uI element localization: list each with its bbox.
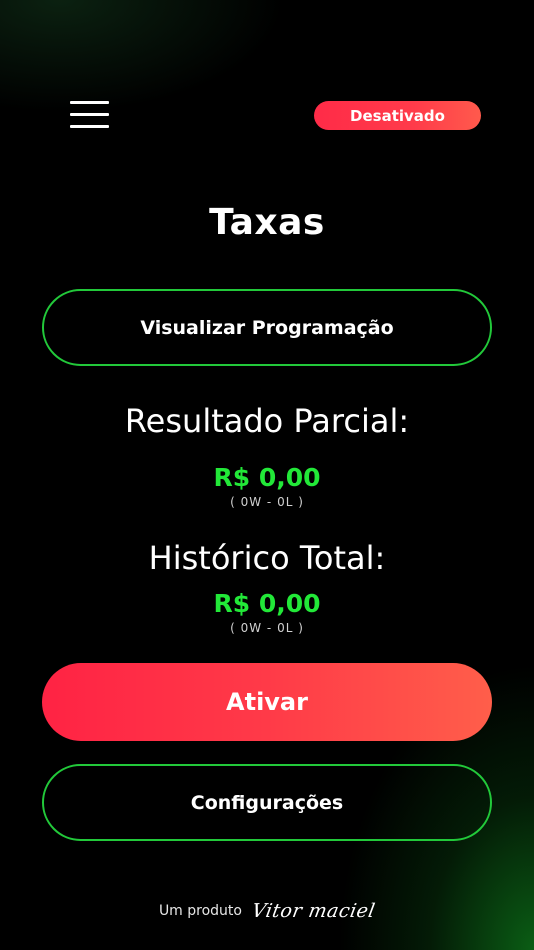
menu-line-middle bbox=[70, 113, 109, 116]
view-schedule-button[interactable]: Visualizar Programação bbox=[42, 289, 492, 366]
partial-result-label: Resultado Parcial: bbox=[124, 402, 410, 440]
page-title: Taxas bbox=[209, 202, 325, 243]
footer-prefix: Um produto bbox=[158, 903, 242, 919]
app-screen: Desativado Taxas Visualizar Programação … bbox=[0, 0, 534, 950]
menu-line-bottom bbox=[70, 125, 109, 128]
footer: Um produto Vitor maciel bbox=[0, 893, 534, 929]
status-badge: Desativado bbox=[314, 101, 481, 130]
total-history-amount: R$ 0,00 bbox=[213, 589, 321, 618]
hamburger-menu-icon[interactable] bbox=[70, 101, 110, 129]
author-signature: Vitor maciel bbox=[250, 900, 377, 922]
total-history-record: ( 0W - 0L ) bbox=[230, 621, 304, 635]
partial-result-amount: R$ 0,00 bbox=[213, 463, 321, 492]
partial-result-record: ( 0W - 0L ) bbox=[230, 495, 304, 509]
total-history-label: Histórico Total: bbox=[148, 539, 386, 577]
settings-button[interactable]: Configurações bbox=[42, 764, 492, 841]
menu-line-top bbox=[70, 101, 109, 104]
activate-button[interactable]: Ativar bbox=[42, 663, 492, 741]
